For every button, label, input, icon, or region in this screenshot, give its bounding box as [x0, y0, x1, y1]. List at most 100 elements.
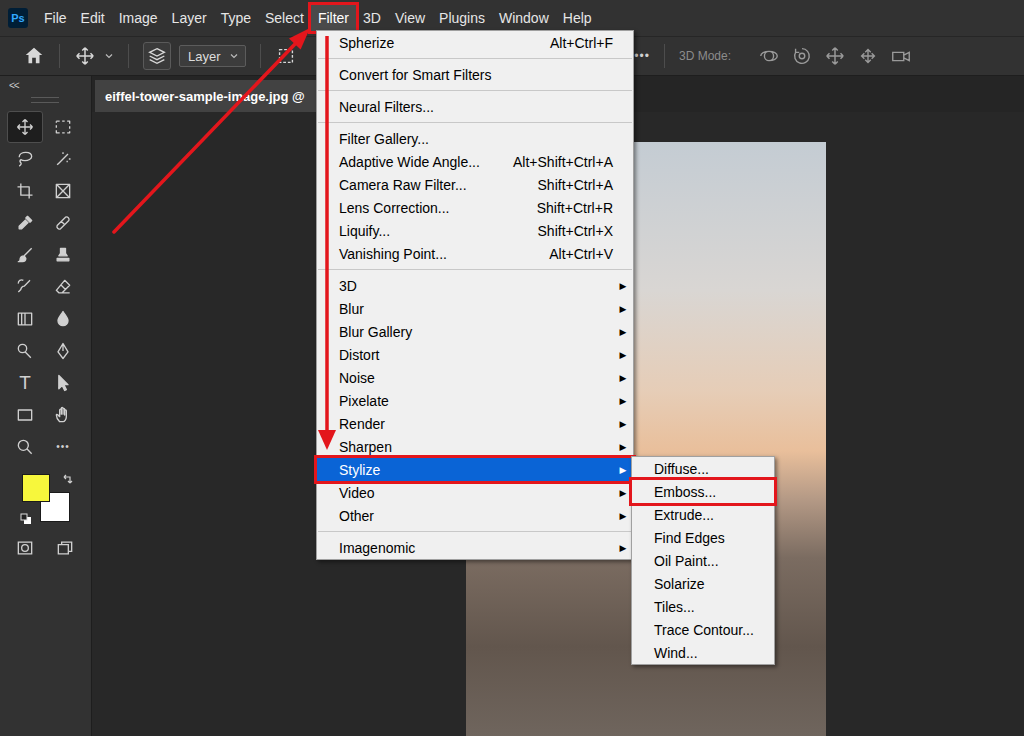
stamp-tool[interactable]: [45, 239, 81, 271]
foreground-color-swatch[interactable]: [22, 474, 50, 502]
pan-icon[interactable]: [824, 45, 846, 67]
camera-raw-filter-menu-item[interactable]: Camera Raw Filter...Shift+Ctrl+A: [317, 173, 633, 196]
oil-paint-menu-item[interactable]: Oil Paint...: [632, 549, 774, 572]
video-menu-item[interactable]: Video▶: [317, 481, 633, 504]
default-colors-icon[interactable]: [20, 513, 32, 525]
pen-tool[interactable]: [45, 335, 81, 367]
menu-item-label: Lens Correction...: [339, 200, 525, 216]
menu-separator: [317, 86, 633, 95]
lasso-icon: [15, 149, 35, 169]
filter-menu[interactable]: Filter: [311, 5, 356, 31]
image-menu[interactable]: Image: [112, 5, 165, 31]
render-menu-item[interactable]: Render▶: [317, 412, 633, 435]
3d-menu[interactable]: 3D: [356, 5, 388, 31]
slide-icon[interactable]: [857, 45, 879, 67]
lasso-tool[interactable]: [7, 143, 43, 175]
lens-correction-menu-item[interactable]: Lens Correction...Shift+Ctrl+R: [317, 196, 633, 219]
orbit-icon[interactable]: [758, 45, 780, 67]
transform-controls-icon[interactable]: [275, 45, 297, 67]
layer-dropdown[interactable]: Layer: [179, 45, 246, 67]
noise-menu-item[interactable]: Noise▶: [317, 366, 633, 389]
neural-filters-menu-item[interactable]: Neural Filters...: [317, 95, 633, 118]
trace-contour-menu-item[interactable]: Trace Contour...: [632, 618, 774, 641]
solarize-menu-item[interactable]: Solarize: [632, 572, 774, 595]
3d-mode-group: ••• 3D Mode:: [634, 44, 1024, 68]
extrude-menu-item[interactable]: Extrude...: [632, 503, 774, 526]
plugins-menu[interactable]: Plugins: [432, 5, 492, 31]
collapse-button[interactable]: <<: [9, 80, 91, 92]
separator: [59, 44, 60, 68]
blur-menu-item[interactable]: Blur▶: [317, 297, 633, 320]
stylize-menu-item[interactable]: Stylize▶: [317, 458, 633, 481]
quick-selection-tool[interactable]: [45, 143, 81, 175]
sharpen-menu-item[interactable]: Sharpen▶: [317, 435, 633, 458]
path-selection-icon: [53, 373, 73, 393]
3d-menu-item[interactable]: 3D▶: [317, 274, 633, 297]
type-tool[interactable]: T: [7, 367, 43, 399]
frame-tool[interactable]: [45, 175, 81, 207]
vanishing-point-menu-item[interactable]: Vanishing Point...Alt+Ctrl+V: [317, 242, 633, 265]
separator: [664, 44, 665, 68]
dodge-tool[interactable]: [7, 335, 43, 367]
separator: [260, 44, 261, 68]
imagenomic-menu-item[interactable]: Imagenomic▶: [317, 536, 633, 559]
zoom-tool[interactable]: [7, 431, 43, 463]
photoshop-logo-icon[interactable]: Ps: [8, 8, 28, 28]
healing-tool[interactable]: [45, 207, 81, 239]
menu-item-label: Emboss...: [654, 484, 769, 500]
path-selection-tool[interactable]: [45, 367, 81, 399]
quick-mask-icon[interactable]: [15, 538, 35, 558]
more-tool[interactable]: •••: [45, 431, 81, 463]
crop-tool[interactable]: [7, 175, 43, 207]
distort-menu-item[interactable]: Distort▶: [317, 343, 633, 366]
move-tool[interactable]: [7, 111, 43, 143]
adaptive-wide-angle-menu-item[interactable]: Adaptive Wide Angle...Alt+Shift+Ctrl+A: [317, 150, 633, 173]
edit-menu[interactable]: Edit: [74, 5, 112, 31]
menu-item-label: Pixelate: [339, 393, 618, 409]
select-menu[interactable]: Select: [258, 5, 311, 31]
hand-tool[interactable]: [45, 399, 81, 431]
brush-tool[interactable]: [7, 239, 43, 271]
liquify-menu-item[interactable]: Liquify...Shift+Ctrl+X: [317, 219, 633, 242]
camera-icon[interactable]: [890, 45, 912, 67]
blur-tool[interactable]: [45, 303, 81, 335]
grip-icon[interactable]: [31, 97, 59, 103]
other-menu-item[interactable]: Other▶: [317, 504, 633, 527]
roll-icon[interactable]: [791, 45, 813, 67]
swap-colors-icon[interactable]: [62, 473, 74, 485]
convert-for-smart-filters-menu-item[interactable]: Convert for Smart Filters: [317, 63, 633, 86]
auto-select-toggle[interactable]: [143, 42, 171, 70]
home-icon[interactable]: [23, 45, 45, 67]
menu-item-label: Blur Gallery: [339, 324, 618, 340]
emboss-menu-item[interactable]: Emboss...: [632, 480, 774, 503]
wind-menu-item[interactable]: Wind...: [632, 641, 774, 664]
view-menu[interactable]: View: [388, 5, 432, 31]
find-edges-menu-item[interactable]: Find Edges: [632, 526, 774, 549]
layer-menu[interactable]: Layer: [165, 5, 214, 31]
submenu-arrow-icon: ▶: [618, 327, 628, 337]
filter-gallery-menu-item[interactable]: Filter Gallery...: [317, 127, 633, 150]
gradient-tool[interactable]: [7, 303, 43, 335]
window-menu[interactable]: Window: [492, 5, 556, 31]
chevron-down-icon[interactable]: [104, 51, 114, 61]
menu-item-shortcut: Alt+Shift+Ctrl+A: [513, 154, 613, 170]
spherize-menu-item[interactable]: SpherizeAlt+Ctrl+F: [317, 31, 633, 54]
gradient-icon: [15, 309, 35, 329]
rectangle-tool[interactable]: [7, 399, 43, 431]
history-brush-tool[interactable]: [7, 271, 43, 303]
move-icon[interactable]: [74, 45, 96, 67]
eraser-tool[interactable]: [45, 271, 81, 303]
eyedropper-tool[interactable]: [7, 207, 43, 239]
screen-mode-icon[interactable]: [55, 538, 75, 558]
pixelate-menu-item[interactable]: Pixelate▶: [317, 389, 633, 412]
menu-item-label: Extrude...: [654, 507, 769, 523]
3d-mode-label: 3D Mode:: [679, 49, 731, 63]
file-menu[interactable]: File: [37, 5, 74, 31]
blur-gallery-menu-item[interactable]: Blur Gallery▶: [317, 320, 633, 343]
tiles-menu-item[interactable]: Tiles...: [632, 595, 774, 618]
diffuse-menu-item[interactable]: Diffuse...: [632, 457, 774, 480]
type-menu[interactable]: Type: [214, 5, 258, 31]
more-options-button[interactable]: •••: [634, 49, 650, 63]
marquee-tool[interactable]: [45, 111, 81, 143]
help-menu[interactable]: Help: [556, 5, 599, 31]
